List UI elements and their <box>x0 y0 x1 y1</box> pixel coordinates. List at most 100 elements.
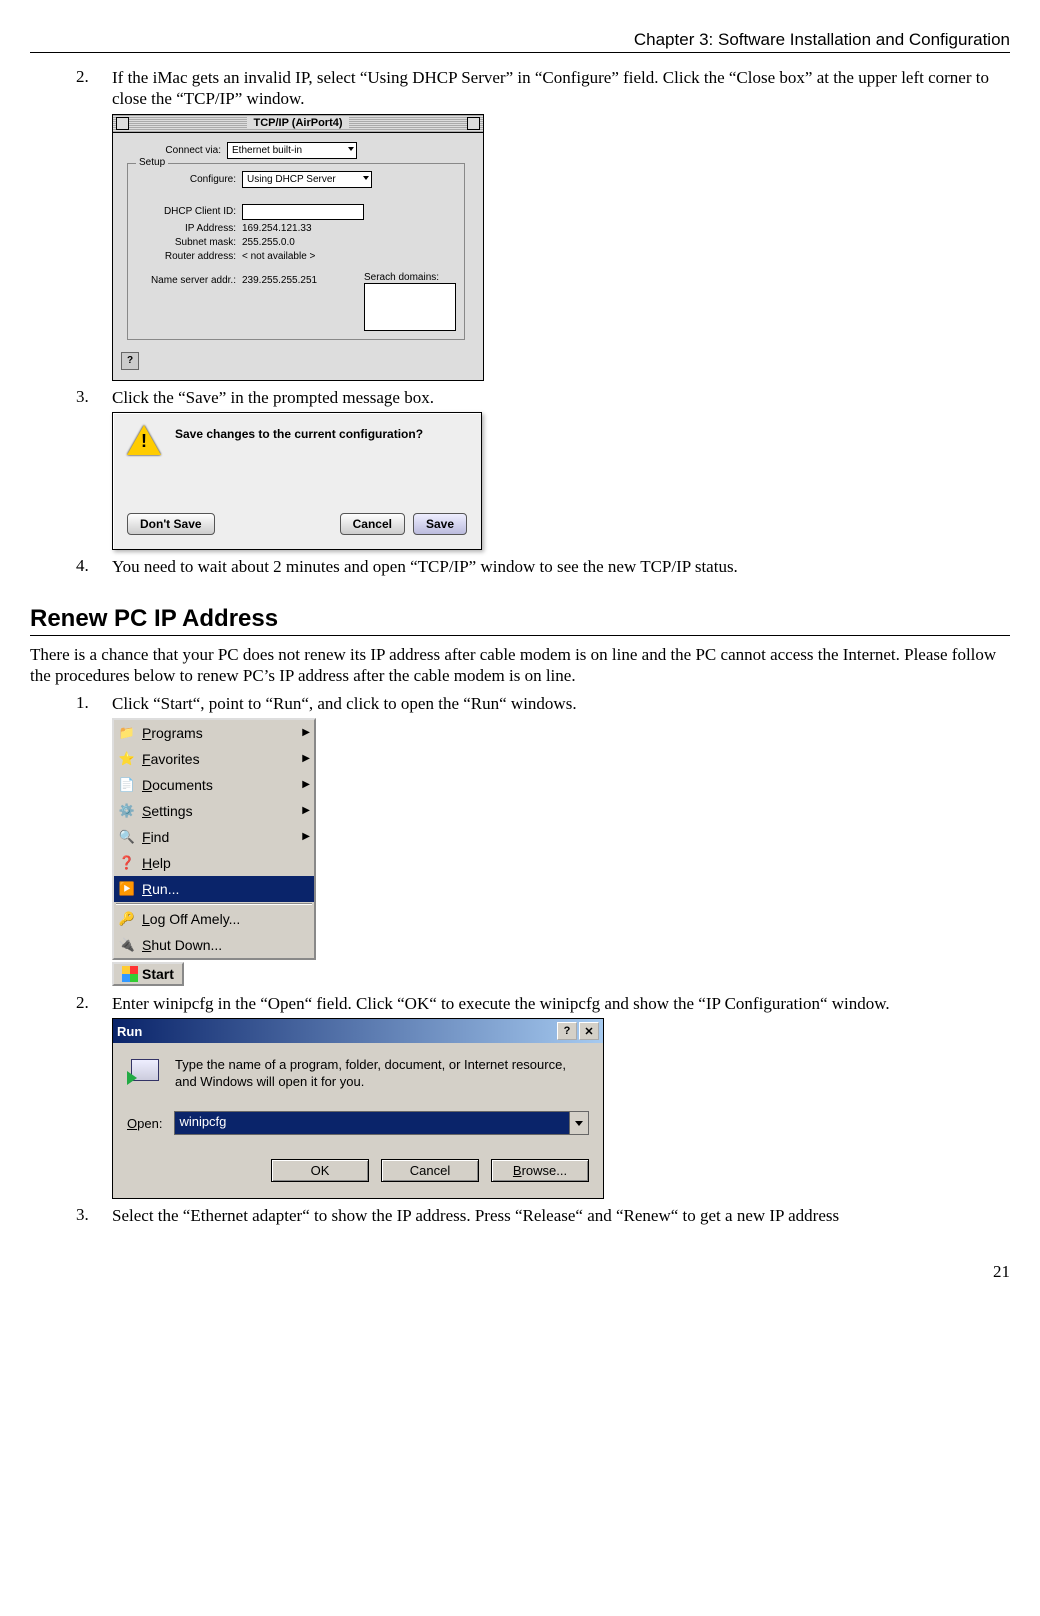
ip-address-label: IP Address: <box>136 223 242 234</box>
step-text: Select the “Ethernet adapter“ to show th… <box>112 1205 1010 1226</box>
page-number: 21 <box>30 1262 1010 1282</box>
step-a2: 2. If the iMac gets an invalid IP, selec… <box>76 67 1010 110</box>
step-text: Click the “Save” in the prompted message… <box>112 387 1010 408</box>
subnet-mask-value: 255.255.0.0 <box>242 237 295 248</box>
run-icon <box>127 1057 161 1091</box>
submenu-arrow-icon: ▶ <box>302 779 310 790</box>
warning-icon: ! <box>127 425 161 459</box>
configure-label: Configure: <box>136 174 242 185</box>
ns-label: Name server addr.: <box>136 275 242 286</box>
start-menu-item-shut-down-[interactable]: 🔌 Shut Down... <box>114 932 314 958</box>
step-number: 1. <box>76 693 112 714</box>
tcpip-window: TCP/IP (AirPort4) Connect via: Ethernet … <box>112 114 484 381</box>
configure-dropdown[interactable]: Using DHCP Server <box>242 171 372 188</box>
subnet-mask-label: Subnet mask: <box>136 237 242 248</box>
start-menu-item-find[interactable]: 🔍 Find ▶ <box>114 824 314 850</box>
find-icon: 🔍 <box>118 828 136 846</box>
log-off-amely--icon: 🔑 <box>118 910 136 928</box>
search-domains-label: Serach domains: <box>364 272 456 283</box>
cancel-button[interactable]: Cancel <box>381 1159 479 1182</box>
run-description: Type the name of a program, folder, docu… <box>175 1057 589 1091</box>
step-text: Enter winipcfg in the “Open“ field. Clic… <box>112 993 1010 1014</box>
ns-value: 239.255.255.251 <box>242 275 317 286</box>
chapter-header: Chapter 3: Software Installation and Con… <box>30 30 1010 53</box>
start-menu-item-documents[interactable]: 📄 Documents ▶ <box>114 772 314 798</box>
browse-button[interactable]: Browse... <box>491 1159 589 1182</box>
step-b2: 2. Enter winipcfg in the “Open“ field. C… <box>76 993 1010 1014</box>
connect-via-dropdown[interactable]: Ethernet built-in <box>227 142 357 159</box>
step-a3: 3. Click the “Save” in the prompted mess… <box>76 387 1010 408</box>
dhcp-client-id-input[interactable] <box>242 204 364 220</box>
help-icon[interactable]: ? <box>121 352 139 370</box>
start-button[interactable]: Start <box>112 962 184 986</box>
step-number: 4. <box>76 556 112 577</box>
documents-icon: 📄 <box>118 776 136 794</box>
start-menu-item-help[interactable]: ❓ Help <box>114 850 314 876</box>
dont-save-button[interactable]: Don't Save <box>127 513 215 535</box>
step-number: 3. <box>76 1205 112 1226</box>
start-label: Start <box>142 966 174 982</box>
open-value: winipcfg <box>175 1112 569 1134</box>
submenu-arrow-icon: ▶ <box>302 727 310 738</box>
ip-address-value: 169.254.121.33 <box>242 223 312 234</box>
zoom-box[interactable] <box>467 117 480 130</box>
menu-item-label: Shut Down... <box>142 937 310 953</box>
save-button[interactable]: Save <box>413 513 467 535</box>
submenu-arrow-icon: ▶ <box>302 753 310 764</box>
close-button[interactable]: ✕ <box>579 1022 599 1040</box>
start-menu-item-run-[interactable]: ▶️ Run... <box>114 876 314 902</box>
run-title-text: Run <box>117 1024 142 1039</box>
menu-item-label: Favorites <box>142 751 296 767</box>
router-address-value: < not available > <box>242 251 315 262</box>
setup-legend: Setup <box>136 157 168 168</box>
step-number: 2. <box>76 993 112 1014</box>
menu-item-label: Log Off Amely... <box>142 911 310 927</box>
router-address-label: Router address: <box>136 251 242 262</box>
close-box[interactable] <box>116 117 129 130</box>
help-icon: ❓ <box>118 854 136 872</box>
menu-item-label: Run... <box>142 881 310 897</box>
menu-item-label: Help <box>142 855 310 871</box>
step-b1: 1. Click “Start“, point to “Run“, and cl… <box>76 693 1010 714</box>
mac-titlebar: TCP/IP (AirPort4) <box>113 115 483 133</box>
save-message: Save changes to the current configuratio… <box>175 425 423 441</box>
menu-item-label: Programs <box>142 725 296 741</box>
step-number: 3. <box>76 387 112 408</box>
start-menu-item-favorites[interactable]: ⭐ Favorites ▶ <box>114 746 314 772</box>
connect-via-label: Connect via: <box>121 145 227 156</box>
step-text: You need to wait about 2 minutes and ope… <box>112 556 1010 577</box>
run--icon: ▶️ <box>118 880 136 898</box>
cancel-button[interactable]: Cancel <box>340 513 405 535</box>
search-domains-input[interactable] <box>364 283 456 331</box>
setup-group: Setup Configure: Using DHCP Server DHCP … <box>127 163 465 340</box>
menu-item-label: Settings <box>142 803 296 819</box>
tcpip-title: TCP/IP (AirPort4) <box>247 117 348 129</box>
programs-icon: 📁 <box>118 724 136 742</box>
open-combobox[interactable]: winipcfg <box>174 1111 589 1135</box>
run-dialog: Run ? ✕ Type the name of a program, fold… <box>112 1018 604 1199</box>
settings-icon: ⚙️ <box>118 802 136 820</box>
start-menu-item-settings[interactable]: ⚙️Settings▶ <box>114 798 314 824</box>
step-number: 2. <box>76 67 112 110</box>
step-b3: 3. Select the “Ethernet adapter“ to show… <box>76 1205 1010 1226</box>
step-text: Click “Start“, point to “Run“, and click… <box>112 693 1010 714</box>
dropdown-icon[interactable] <box>569 1112 588 1134</box>
start-menu-item-log-off-amely-[interactable]: 🔑 Log Off Amely... <box>114 906 314 932</box>
menu-item-label: Find <box>142 829 296 845</box>
shut-down--icon: 🔌 <box>118 936 136 954</box>
ok-button[interactable]: OK <box>271 1159 369 1182</box>
open-label: Open: <box>127 1116 162 1131</box>
section-intro: There is a chance that your PC does not … <box>30 644 1010 687</box>
menu-item-label: Documents <box>142 777 296 793</box>
dhcp-client-id-label: DHCP Client ID: <box>136 206 242 217</box>
windows-logo-icon <box>122 966 138 982</box>
help-button[interactable]: ? <box>557 1022 577 1040</box>
section-renew-ip: Renew PC IP Address <box>30 605 1010 636</box>
favorites-icon: ⭐ <box>118 750 136 768</box>
menu-separator <box>116 903 312 905</box>
step-text: If the iMac gets an invalid IP, select “… <box>112 67 1010 110</box>
save-dialog: ! Save changes to the current configurat… <box>112 412 482 550</box>
submenu-arrow-icon: ▶ <box>302 831 310 842</box>
start-menu-item-programs[interactable]: 📁 Programs ▶ <box>114 720 314 746</box>
start-menu: 📁 Programs ▶ ⭐ Favorites ▶ 📄 Documents ▶ ⚙️ Settin… <box>112 718 316 960</box>
